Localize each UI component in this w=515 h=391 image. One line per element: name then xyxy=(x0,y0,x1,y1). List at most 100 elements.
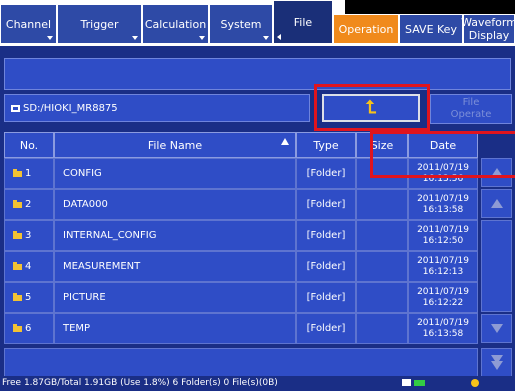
tab-file[interactable]: File xyxy=(273,0,333,44)
file-name: MEASUREMENT xyxy=(54,251,296,282)
scroll-up-icon xyxy=(490,199,503,208)
empty-row xyxy=(4,348,478,378)
file-screen: Channel Trigger Calculation System File … xyxy=(0,0,515,391)
row-number-value: 6 xyxy=(25,323,32,334)
row-number: 2 xyxy=(4,189,54,220)
file-name: TEMP xyxy=(54,313,296,344)
file-type: [Folder] xyxy=(296,282,356,313)
file-date-day: 2011/07/19 xyxy=(417,286,469,297)
row-number: 3 xyxy=(4,220,54,251)
file-date: 2011/07/19 16:12:22 xyxy=(408,282,478,313)
sort-ascending-icon xyxy=(281,138,289,145)
file-date: 2011/07/19 16:12:13 xyxy=(408,251,478,282)
table-row[interactable]: 1 CONFIG [Folder] 2011/07/19 16:13:56 xyxy=(4,158,478,189)
file-browser-panel: SD:/HIOKI_MR8875 ⮤ File Operate No. File… xyxy=(0,46,515,391)
tab-waveform-display[interactable]: Waveform Display xyxy=(461,14,515,44)
file-type: [Folder] xyxy=(296,251,356,282)
file-type: [Folder] xyxy=(296,220,356,251)
file-date: 2011/07/19 16:12:50 xyxy=(408,220,478,251)
file-size xyxy=(356,220,408,251)
submenu-indicator-icon xyxy=(263,36,269,40)
submenu-indicator-icon xyxy=(47,36,53,40)
table-header: No. File Name Type Size Date xyxy=(4,132,478,158)
file-date-day: 2011/07/19 xyxy=(417,224,469,235)
row-number-value: 4 xyxy=(25,261,32,272)
tab-channel[interactable]: Channel xyxy=(0,4,57,44)
file-date-day: 2011/07/19 xyxy=(417,317,469,328)
tab-waveform-label-line1: Waveform xyxy=(461,16,515,29)
column-header-no: No. xyxy=(4,132,54,158)
tab-system[interactable]: System xyxy=(209,4,273,44)
file-operate-button[interactable]: File Operate xyxy=(430,94,512,124)
file-type: [Folder] xyxy=(296,158,356,189)
battery-icon xyxy=(414,380,425,386)
table-row[interactable]: 5 PICTURE [Folder] 2011/07/19 16:12:22 xyxy=(4,282,478,313)
file-date-time: 16:12:50 xyxy=(422,235,464,246)
folder-icon xyxy=(13,168,22,177)
file-size xyxy=(356,313,408,344)
tab-trigger[interactable]: Trigger xyxy=(57,4,142,44)
file-date-time: 16:13:56 xyxy=(422,173,464,184)
column-header-no-label: No. xyxy=(19,138,39,152)
file-date-day: 2011/07/19 xyxy=(417,193,469,204)
file-date-time: 16:13:58 xyxy=(422,328,464,339)
storage-summary: Free 1.87GB/Total 1.91GB (Use 1.8%) 6 Fo… xyxy=(2,378,278,388)
file-date-time: 16:12:13 xyxy=(422,266,464,277)
file-operate-label-line2: Operate xyxy=(450,109,492,120)
file-date: 2011/07/19 16:13:58 xyxy=(408,313,478,344)
file-name: DATA000 xyxy=(54,189,296,220)
file-date-day: 2011/07/19 xyxy=(417,255,469,266)
file-name: CONFIG xyxy=(54,158,296,189)
row-number: 1 xyxy=(4,158,54,189)
column-header-file-name[interactable]: File Name xyxy=(54,132,296,158)
tab-waveform-label-line2: Display xyxy=(468,29,510,42)
file-date-time: 16:12:22 xyxy=(422,297,464,308)
tab-save-key[interactable]: SAVE Key xyxy=(399,14,463,44)
up-folder-icon: ⮤ xyxy=(365,97,377,118)
tab-calculation-label: Calculation xyxy=(144,17,207,31)
status-bar: Free 1.87GB/Total 1.91GB (Use 1.8%) 6 Fo… xyxy=(0,376,515,391)
file-size xyxy=(356,251,408,282)
column-header-date[interactable]: Date xyxy=(408,132,478,158)
scroll-top-button[interactable] xyxy=(481,158,512,187)
message-bar xyxy=(4,58,511,90)
row-number: 5 xyxy=(4,282,54,313)
tab-trigger-label: Trigger xyxy=(80,17,119,31)
column-header-size[interactable]: Size xyxy=(356,132,408,158)
path-bar: SD:/HIOKI_MR8875 xyxy=(4,94,310,122)
folder-icon xyxy=(13,261,22,270)
parent-folder-button[interactable]: ⮤ xyxy=(322,94,420,122)
usb-status-icon xyxy=(471,379,479,387)
tab-strip-background xyxy=(345,0,515,14)
file-size xyxy=(356,158,408,189)
file-date-day: 2011/07/19 xyxy=(417,162,469,173)
scroll-down-icon xyxy=(490,324,503,333)
file-size xyxy=(356,282,408,313)
table-row[interactable]: 2 DATA000 [Folder] 2011/07/19 16:13:58 xyxy=(4,189,478,220)
column-header-type[interactable]: Type xyxy=(296,132,356,158)
file-size xyxy=(356,189,408,220)
file-name: PICTURE xyxy=(54,282,296,313)
submenu-indicator-icon xyxy=(132,36,138,40)
scroll-up-button[interactable] xyxy=(481,189,512,218)
folder-icon xyxy=(13,199,22,208)
scroll-bottom-button[interactable] xyxy=(481,348,512,377)
scroll-up-icon xyxy=(490,168,503,177)
scroll-down-button[interactable] xyxy=(481,314,512,343)
file-type: [Folder] xyxy=(296,189,356,220)
column-header-file-name-label: File Name xyxy=(147,138,203,152)
current-path: SD:/HIOKI_MR8875 xyxy=(23,102,118,114)
tab-calculation[interactable]: Calculation xyxy=(142,4,209,44)
sd-card-status-icon xyxy=(402,379,411,386)
file-date-time: 16:13:58 xyxy=(422,204,464,215)
scroll-track[interactable] xyxy=(481,220,512,312)
tab-channel-label: Channel xyxy=(5,17,52,31)
tab-operation[interactable]: Operation xyxy=(333,14,399,44)
table-row[interactable]: 4 MEASUREMENT [Folder] 2011/07/19 16:12:1… xyxy=(4,251,478,282)
row-number-value: 5 xyxy=(25,292,32,303)
sd-card-icon xyxy=(11,104,20,112)
table-row[interactable]: 6 TEMP [Folder] 2011/07/19 16:13:58 xyxy=(4,313,478,344)
file-operate-label-line1: File xyxy=(462,97,480,108)
tab-bar: Channel Trigger Calculation System File … xyxy=(0,0,515,46)
table-row[interactable]: 3 INTERNAL_CONFIG [Folder] 2011/07/19 16:… xyxy=(4,220,478,251)
